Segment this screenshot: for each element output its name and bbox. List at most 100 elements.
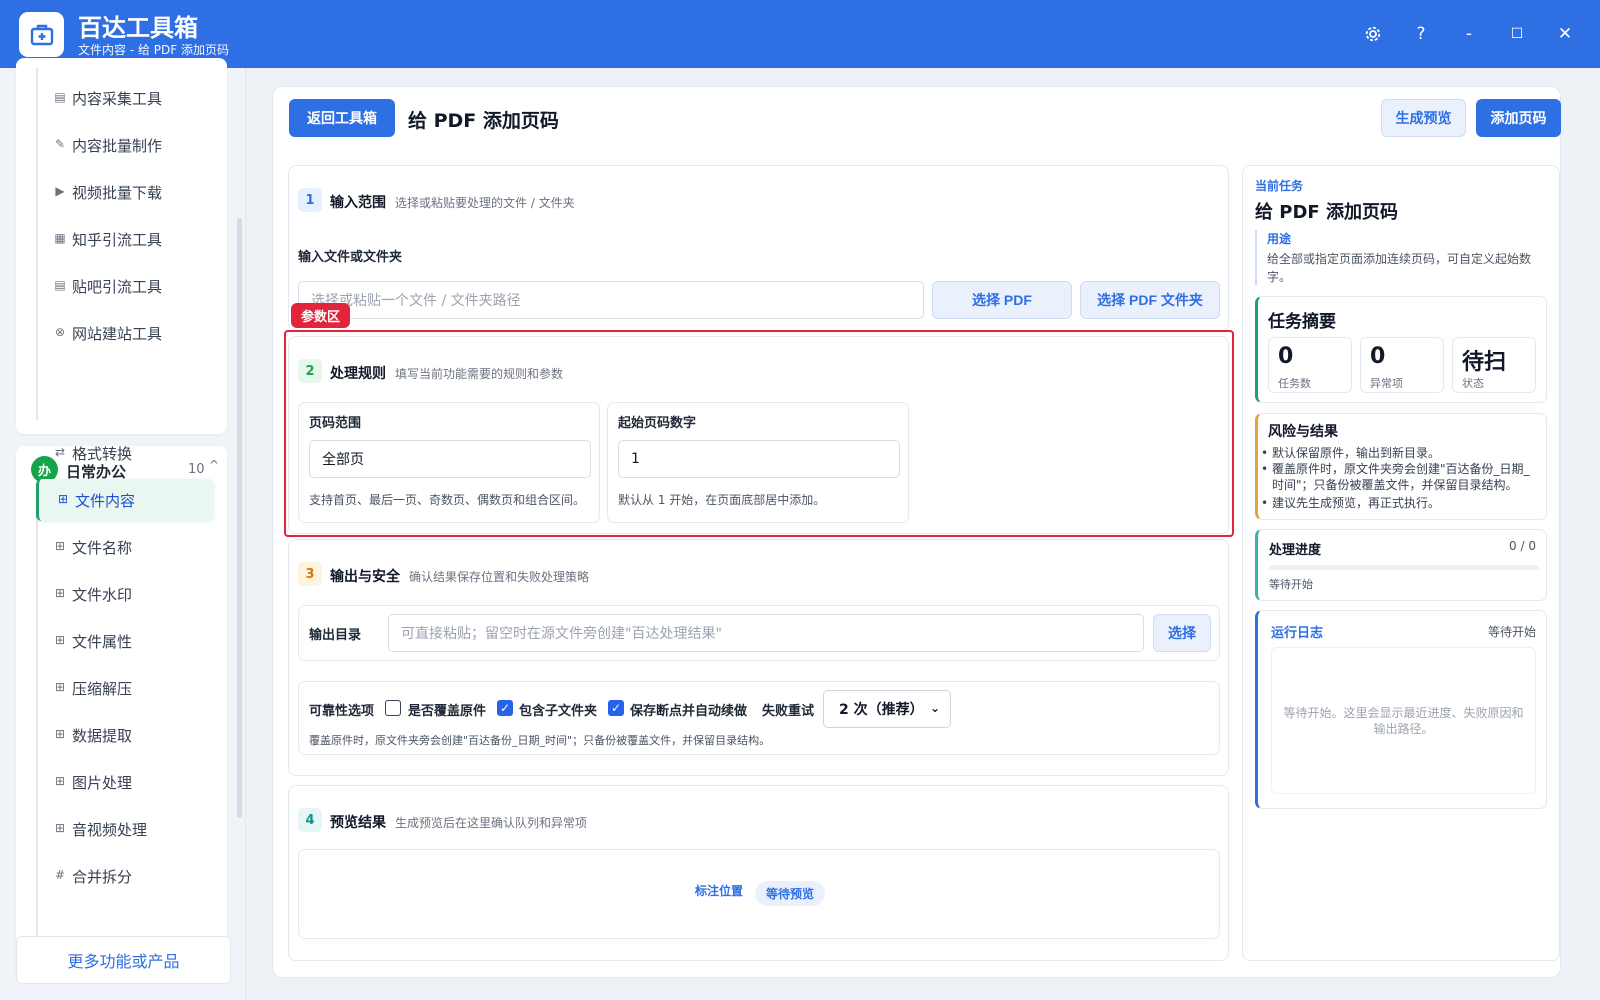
retry-label: 失败重试 xyxy=(762,704,815,719)
preview-anchor-label: 标注位置 xyxy=(695,884,744,898)
swap-icon: ⇄ xyxy=(54,445,66,459)
output-dir-row: 输出目录 可直接粘贴；留空时在源文件旁创建"百达处理结果" 选择 xyxy=(298,605,1220,661)
sidebar-item-label: 知乎引流工具 xyxy=(72,230,163,249)
globe-icon: ⊗ xyxy=(54,325,66,339)
generate-preview-button[interactable]: 生成预览 xyxy=(1381,99,1466,137)
sidebar-item-image[interactable]: ⊞ 图片处理 xyxy=(36,761,214,803)
grid-icon: ⊞ xyxy=(54,680,66,694)
purpose-rail xyxy=(1255,230,1257,285)
section-hint: 选择或粘贴要处理的文件 / 文件夹 xyxy=(395,196,575,210)
choose-pdf-folder-button[interactable]: 选择 PDF 文件夹 xyxy=(1080,281,1220,319)
progress-card: 处理进度 0 / 0 等待开始 xyxy=(1255,529,1547,601)
overwrite-note: 覆盖原件时，原文件夹旁会创建"百达备份_日期_时间"；只备份被覆盖文件，并保留目… xyxy=(309,734,771,747)
sidebar-item-content-batch[interactable]: ✎ 内容批量制作 xyxy=(36,124,214,166)
sidebar-item-label: 格式转换 xyxy=(72,444,133,463)
sidebar: ▤ 内容采集工具 ✎ 内容批量制作 ▶ 视频批量下载 ▦ 知乎引流工具 ▤ 贴吧… xyxy=(0,58,246,1000)
sidebar-item-file-name[interactable]: ⊞ 文件名称 xyxy=(36,526,214,568)
sidebar-item-format-convert[interactable]: ⇄ 格式转换 xyxy=(36,432,214,474)
reliability-options-card: 可靠性选项 是否覆盖原件 ✓ 包含子文件夹 ✓ 保存断点并自动续做 失败重试 2… xyxy=(298,681,1220,755)
close-button[interactable]: ✕ xyxy=(1551,20,1579,48)
choose-output-button[interactable]: 选择 xyxy=(1153,614,1211,652)
kpi-label: 任务数 xyxy=(1278,377,1311,390)
tieba-icon: ▤ xyxy=(54,278,66,292)
retry-select[interactable]: 2 次（推荐） ⌄ xyxy=(823,690,951,728)
sidebar-item-data-extract[interactable]: ⊞ 数据提取 xyxy=(36,714,214,756)
resume-checkbox[interactable]: ✓ xyxy=(608,700,624,716)
sidebar-card-tools: ▤ 内容采集工具 ✎ 内容批量制作 ▶ 视频批量下载 ▦ 知乎引流工具 ▤ 贴吧… xyxy=(16,58,227,434)
section-hint: 确认结果保存位置和失败处理策略 xyxy=(409,570,590,584)
pen-icon: ✎ xyxy=(54,137,66,151)
title-bar: 百达工具箱 文件内容 - 给 PDF 添加页码 ? - ☐ ✕ xyxy=(0,0,1600,68)
resume-label: 保存断点并自动续做 xyxy=(630,704,748,719)
sidebar-item-label: 数据提取 xyxy=(72,726,133,745)
gear-icon[interactable] xyxy=(1359,20,1387,48)
sidebar-item-zhihu[interactable]: ▦ 知乎引流工具 xyxy=(36,218,214,260)
output-dir-label: 输出目录 xyxy=(309,628,362,643)
add-page-numbers-button[interactable]: 添加页码 xyxy=(1476,99,1561,137)
sidebar-item-content-collect[interactable]: ▤ 内容采集工具 xyxy=(36,77,214,119)
current-task-label: 当前任务 xyxy=(1255,179,1304,193)
collect-icon: ▤ xyxy=(54,90,66,104)
grid-icon: ⊞ xyxy=(57,492,69,506)
sidebar-item-label: 视频批量下载 xyxy=(72,183,163,202)
kpi-exception-count: 0 异常项 xyxy=(1360,337,1444,393)
overwrite-checkbox[interactable] xyxy=(385,700,401,716)
grid-icon: ⊞ xyxy=(54,727,66,741)
input-path-field[interactable]: 选择或粘贴一个文件 / 文件夹路径 xyxy=(298,281,924,319)
sidebar-item-label: 文件属性 xyxy=(72,632,133,651)
kpi-label: 状态 xyxy=(1462,377,1484,390)
run-log-output: 等待开始。这里会显示最近进度、失败原因和输出路径。 xyxy=(1271,647,1536,794)
zhihu-icon: ▦ xyxy=(54,231,66,245)
toolbox-icon xyxy=(19,12,64,57)
section-number: 1 xyxy=(298,188,322,212)
risk-item: 建议先生成预览，再正式执行。 xyxy=(1261,495,1540,511)
choose-pdf-button[interactable]: 选择 PDF xyxy=(932,281,1072,319)
sidebar-item-label: 合并拆分 xyxy=(72,867,133,886)
sidebar-item-label: 文件水印 xyxy=(72,585,133,604)
sidebar-item-tieba[interactable]: ▤ 贴吧引流工具 xyxy=(36,265,214,307)
risk-title: 风险与结果 xyxy=(1268,424,1338,440)
parameter-area-highlight xyxy=(284,330,1234,537)
video-icon: ▶ xyxy=(55,184,65,198)
output-dir-input[interactable]: 可直接粘贴；留空时在源文件旁创建"百达处理结果" xyxy=(388,614,1144,652)
grid-icon: ⊞ xyxy=(54,774,66,788)
sidebar-item-label: 压缩解压 xyxy=(72,679,133,698)
sidebar-item-label: 内容采集工具 xyxy=(72,89,163,108)
sidebar-item-av[interactable]: ⊞ 音视频处理 xyxy=(36,808,214,850)
sidebar-item-compress[interactable]: ⊞ 压缩解压 xyxy=(36,667,214,709)
maximize-button[interactable]: ☐ xyxy=(1503,20,1531,48)
sidebar-item-label: 内容批量制作 xyxy=(72,136,163,155)
task-title: 给 PDF 添加页码 xyxy=(1255,202,1398,223)
sidebar-item-label: 文件名称 xyxy=(72,538,133,557)
subfolders-label: 包含子文件夹 xyxy=(519,704,598,719)
subfolders-checkbox[interactable]: ✓ xyxy=(497,700,513,716)
sidebar-item-label: 贴吧引流工具 xyxy=(72,277,163,296)
sidebar-item-website[interactable]: ⊗ 网站建站工具 xyxy=(36,312,214,354)
grid-icon: ⊞ xyxy=(54,633,66,647)
retry-select-value: 2 次（推荐） xyxy=(839,702,924,718)
back-to-toolbox-button[interactable]: 返回工具箱 xyxy=(289,99,395,137)
minimize-button[interactable]: - xyxy=(1455,20,1483,48)
sidebar-item-label: 图片处理 xyxy=(72,773,133,792)
overwrite-label: 是否覆盖原件 xyxy=(408,704,487,719)
sidebar-scrollbar[interactable] xyxy=(237,218,242,818)
progress-status: 等待开始 xyxy=(1269,578,1313,591)
grid-icon: ⊞ xyxy=(54,586,66,600)
grid-icon: ⊞ xyxy=(54,821,66,835)
help-button[interactable]: ? xyxy=(1407,20,1435,48)
sidebar-item-file-content[interactable]: ⊞ 文件内容 xyxy=(36,479,214,521)
section-title: 输入范围 xyxy=(330,195,386,211)
run-log-title: 运行日志 xyxy=(1271,626,1324,641)
reliability-options-label: 可靠性选项 xyxy=(309,704,375,719)
sidebar-item-file-watermark[interactable]: ⊞ 文件水印 xyxy=(36,573,214,615)
section-hint: 生成预览后在这里确认队列和异常项 xyxy=(395,816,588,830)
more-products-button[interactable]: 更多功能或产品 xyxy=(16,936,231,984)
sidebar-item-file-properties[interactable]: ⊞ 文件属性 xyxy=(36,620,214,662)
risk-item: 覆盖原件时，原文件夹旁会创建"百达备份_日期_时间"；只备份被覆盖文件，并保留目… xyxy=(1261,461,1540,493)
parameter-area-tag: 参数区 xyxy=(291,303,351,328)
sidebar-item-video-download[interactable]: ▶ 视频批量下载 xyxy=(36,171,214,213)
kpi-task-count: 0 任务数 xyxy=(1268,337,1352,393)
section-number: 3 xyxy=(298,562,322,586)
sidebar-item-label: 音视频处理 xyxy=(72,820,148,839)
sidebar-item-merge-split[interactable]: # 合并拆分 xyxy=(36,855,214,897)
